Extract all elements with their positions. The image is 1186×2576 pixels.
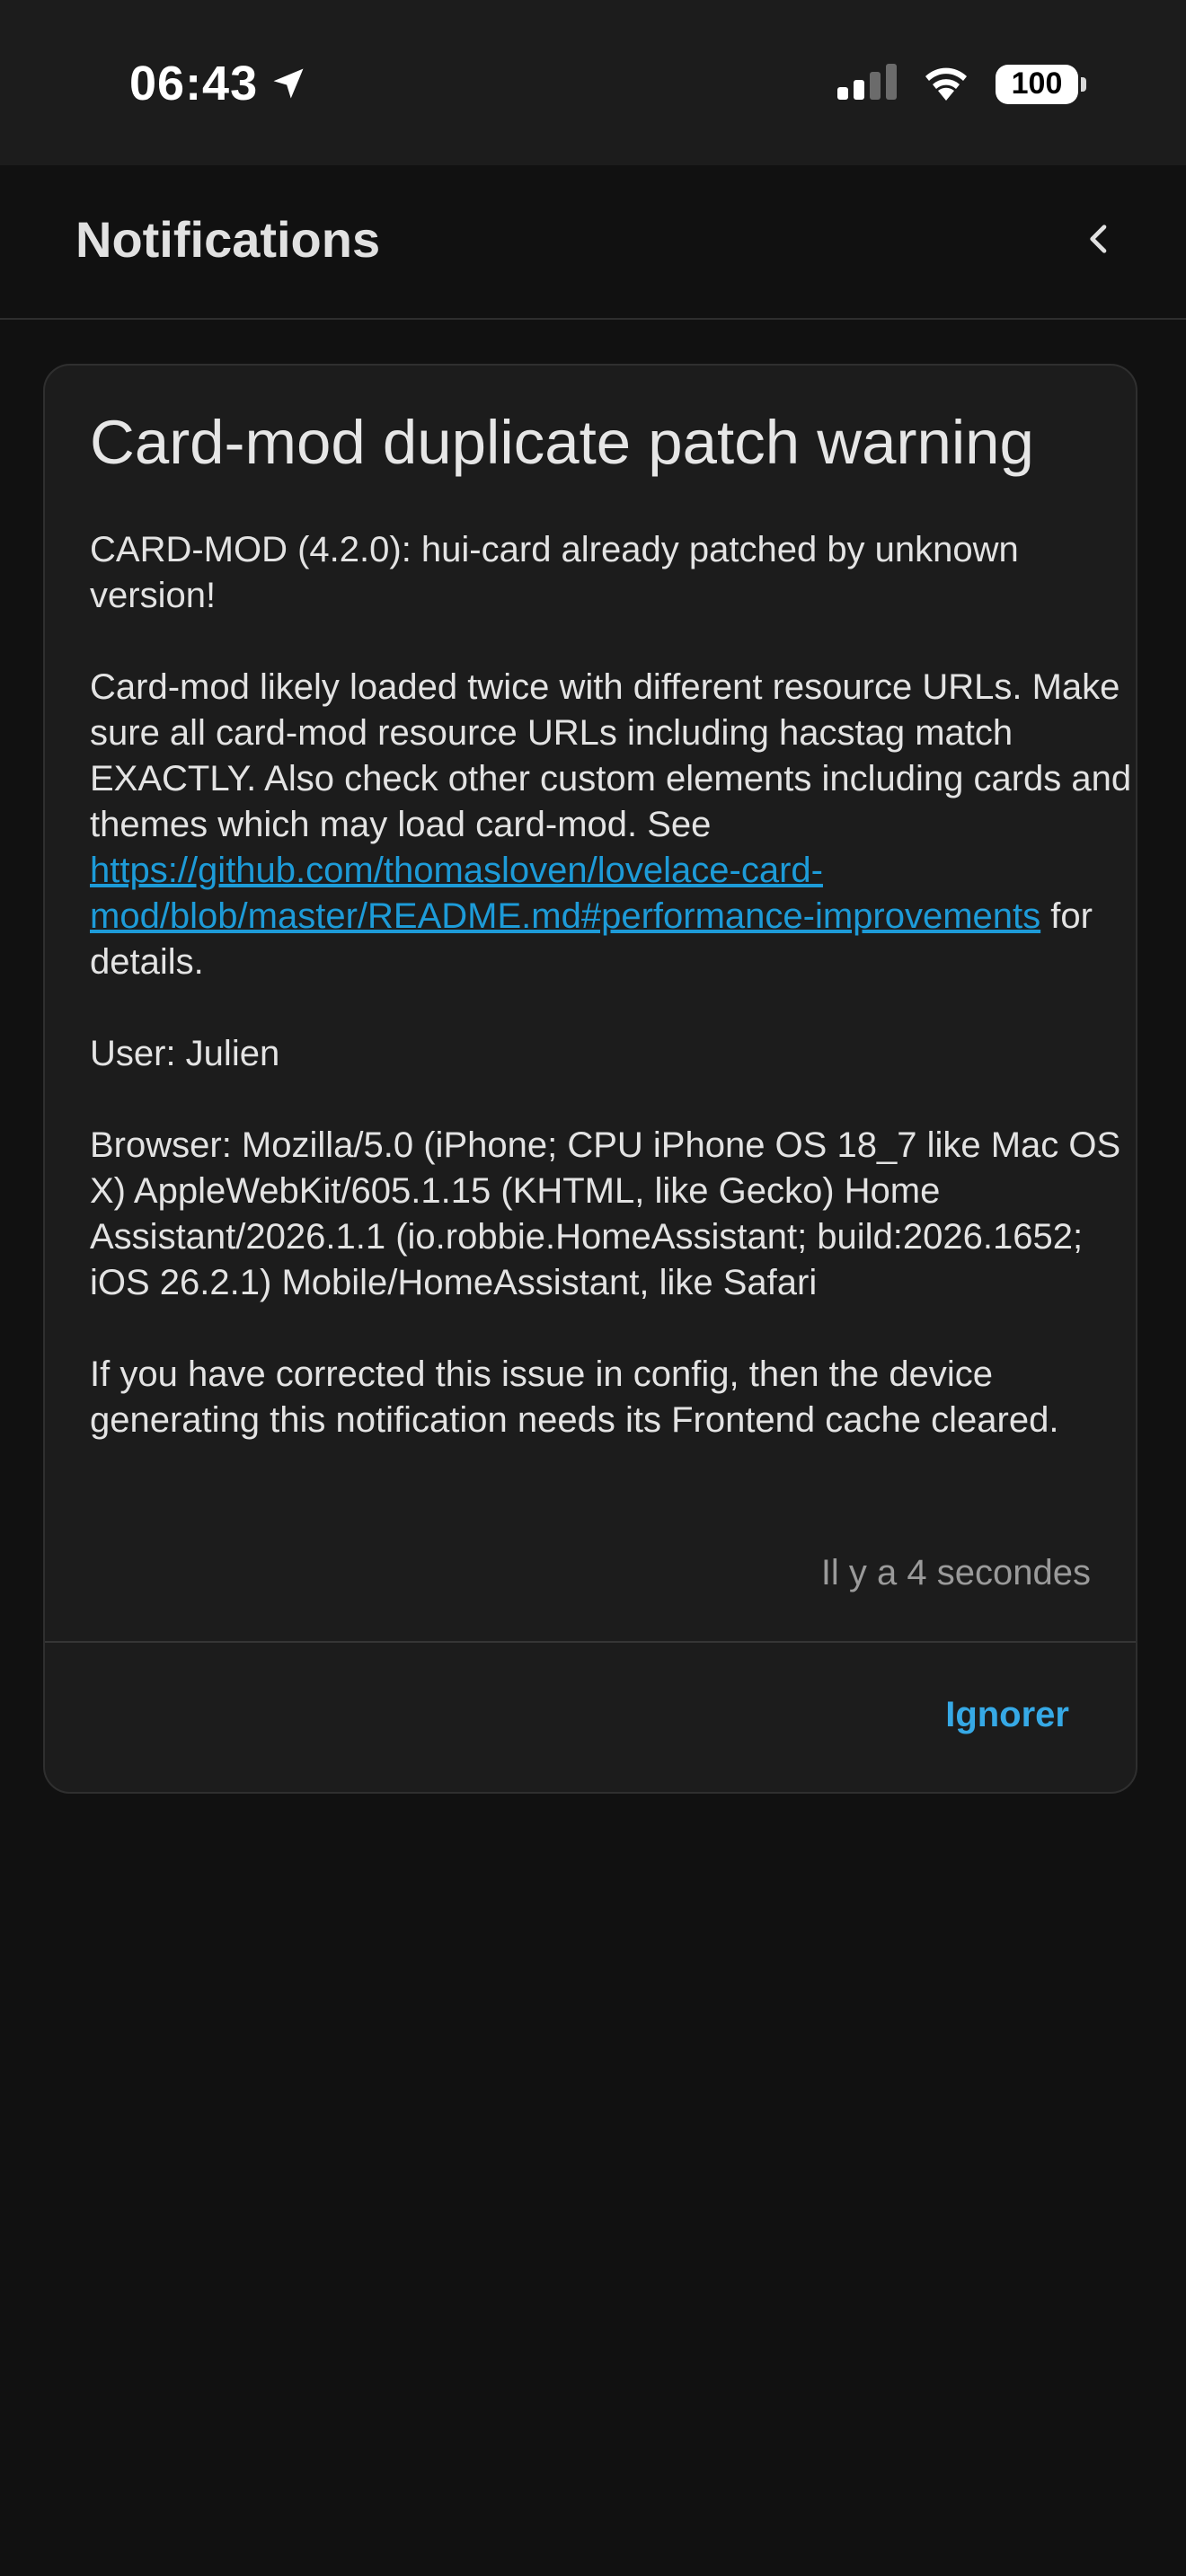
message-details-text: Card-mod likely loaded twice with differ… [90,667,1132,844]
notification-title: Card-mod duplicate patch warning [90,408,1034,477]
back-button[interactable] [1067,208,1132,273]
notification-message: CARD-MOD (4.2.0): hui-card already patch… [90,527,1132,1443]
readme-link[interactable]: https://github.com/thomasloven/lovelace-… [90,851,1040,936]
status-time-group: 06:43 [129,56,308,111]
notification-timestamp: Il y a 4 secondes [820,1553,1091,1592]
message-fix-note: If you have corrected this issue in conf… [90,1354,1059,1440]
app-header: Notifications [0,165,1186,320]
status-indicators: 100 [837,63,1086,105]
location-arrow-icon [269,64,308,103]
dismiss-button[interactable]: Ignorer [945,1695,1069,1735]
status-bar: 06:43 100 [0,0,1186,165]
message-line-version: CARD-MOD (4.2.0): hui-card already patch… [90,530,1019,615]
message-browser: Browser: Mozilla/5.0 (iPhone; CPU iPhone… [90,1125,1121,1302]
page-title: Notifications [75,211,381,268]
battery-icon: 100 [996,64,1086,104]
status-time: 06:43 [129,57,259,110]
battery-tip [1081,76,1086,92]
message-user: User: Julien [90,1034,280,1073]
battery-level: 100 [1011,66,1063,101]
chevron-left-icon [1082,221,1118,261]
cellular-signal-icon [837,64,897,104]
card-divider [45,1641,1136,1643]
wifi-icon [920,63,972,105]
notification-card: Card-mod duplicate patch warning CARD-MO… [43,364,1137,1794]
message-paragraph-details: Card-mod likely loaded twice with differ… [90,665,1132,985]
